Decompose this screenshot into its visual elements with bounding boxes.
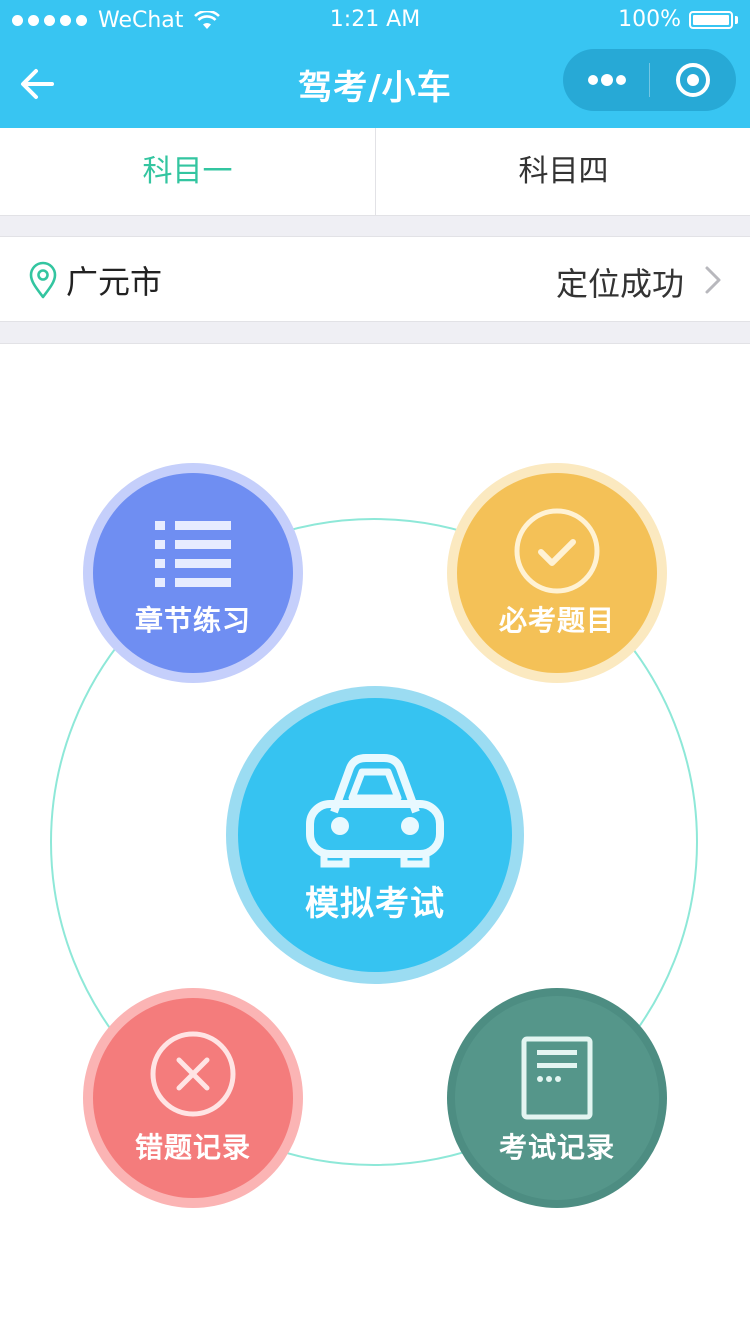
wrong-answers-button[interactable]: 错题记录 <box>83 988 303 1208</box>
tab-subject-four[interactable]: 科目四 <box>376 128 750 215</box>
list-icon <box>155 521 231 587</box>
chevron-right-icon <box>705 266 721 294</box>
must-test-button[interactable]: 必考题目 <box>447 463 667 683</box>
battery-percent: 100% <box>618 7 681 32</box>
document-icon <box>521 1036 593 1120</box>
battery-tip <box>735 15 738 24</box>
wrong-answers-label: 错题记录 <box>134 1131 251 1164</box>
section-gap <box>0 216 750 236</box>
chapter-practice-label: 章节练习 <box>134 604 251 637</box>
mock-exam-button[interactable]: 模拟考试 <box>226 686 524 984</box>
miniprogram-capsule <box>563 49 736 111</box>
status-bar: WeChat 1:21 AM 100% <box>0 0 750 40</box>
location-pin-icon <box>29 261 57 299</box>
battery-icon <box>689 10 733 29</box>
exam-records-label: 考试记录 <box>498 1131 615 1164</box>
subject-tabs: 科目一 科目四 <box>0 128 750 216</box>
mock-exam-label: 模拟考试 <box>305 884 445 924</box>
close-target-icon[interactable] <box>650 49 736 111</box>
exam-records-button[interactable]: 考试记录 <box>447 988 667 1208</box>
check-circle-icon <box>514 508 600 594</box>
more-icon[interactable] <box>563 49 649 111</box>
location-row[interactable]: 广元市 定位成功 <box>0 236 750 322</box>
location-status: 定位成功 <box>555 265 684 303</box>
x-circle-icon <box>150 1031 236 1117</box>
tab-subject-one[interactable]: 科目一 <box>0 128 375 215</box>
nav-header: WeChat 1:21 AM 100% 驾考/小车 <box>0 0 750 128</box>
city-name: 广元市 <box>66 263 163 301</box>
chapter-practice-button[interactable]: 章节练习 <box>83 463 303 683</box>
section-gap <box>0 322 750 344</box>
must-test-label: 必考题目 <box>498 604 615 637</box>
battery-indicator: 100% <box>618 7 738 32</box>
car-icon <box>306 754 444 868</box>
